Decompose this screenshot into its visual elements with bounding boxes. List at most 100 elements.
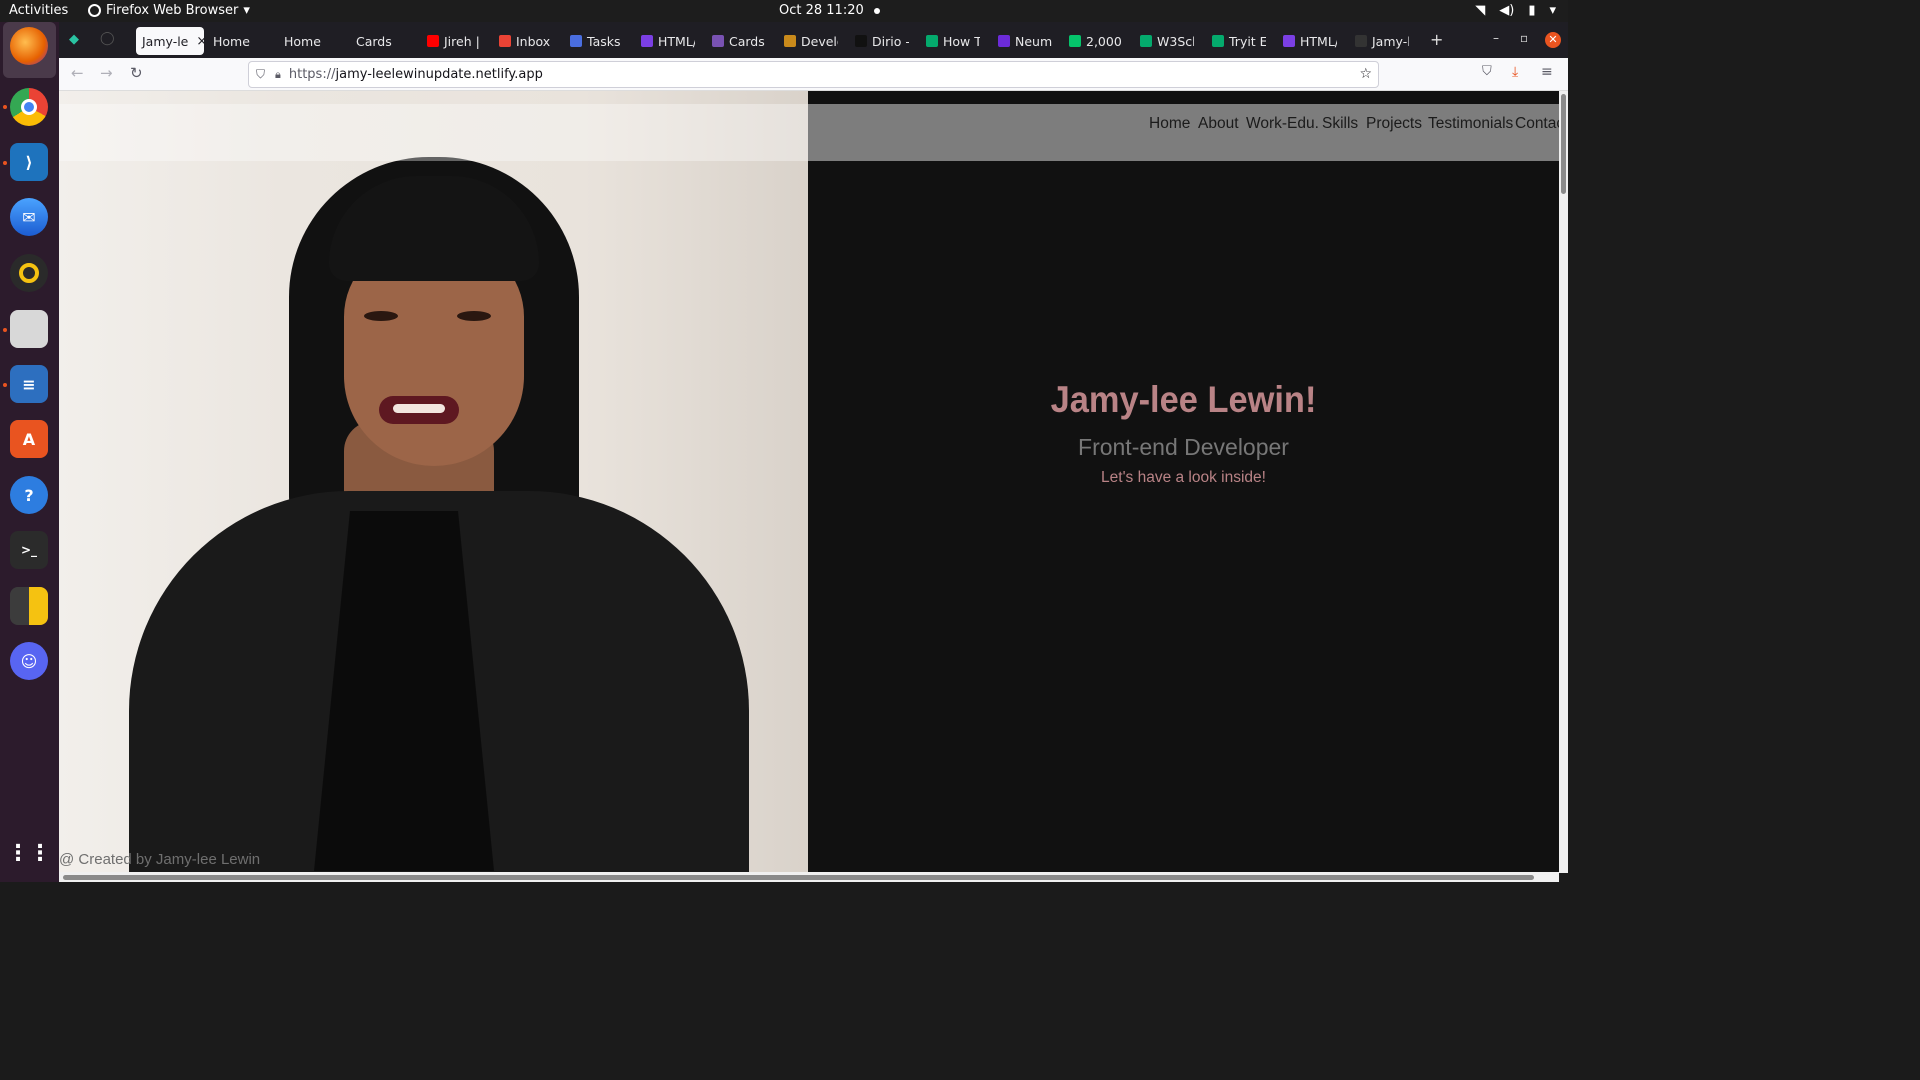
back-button[interactable]: ← xyxy=(71,64,84,82)
horizontal-scrollbar[interactable] xyxy=(59,872,1559,882)
tab-label: 2,000+ xyxy=(1086,33,1123,49)
help-icon[interactable]: ? xyxy=(10,476,48,514)
firefox-icon[interactable] xyxy=(10,27,48,65)
tab[interactable]: How To xyxy=(920,27,980,55)
tab[interactable]: Jamy-l xyxy=(1349,27,1409,55)
bookmark-star-icon[interactable]: ☆ xyxy=(1359,66,1372,82)
tab-label: Home xyxy=(213,33,250,49)
tab[interactable]: Cards xyxy=(350,27,416,55)
hero-name: Jamy-lee Lewin! xyxy=(1050,379,1317,420)
tab-label: Develo xyxy=(801,33,838,49)
new-tab-button[interactable]: + xyxy=(1430,30,1443,49)
tab-favicon-icon xyxy=(712,35,724,47)
tab-favicon-icon xyxy=(427,35,439,47)
tab-favicon-icon xyxy=(855,35,867,47)
calculator-icon[interactable] xyxy=(10,587,48,625)
tab-favicon-icon xyxy=(499,35,511,47)
dock: ⟩ ✉ ≡ A ? >_ ☺ ⋮⋮ xyxy=(0,22,59,882)
tab[interactable]: Cards xyxy=(706,27,766,55)
writer-icon[interactable]: ≡ xyxy=(10,365,48,403)
minimize-button[interactable]: – xyxy=(1493,31,1499,45)
vertical-scrollbar[interactable] xyxy=(1559,91,1568,873)
chrome-icon[interactable] xyxy=(10,88,48,126)
reload-button[interactable]: ↻ xyxy=(130,64,143,82)
tab[interactable]: Jamy-le × xyxy=(136,27,204,55)
url-bar[interactable]: ⛉ 🔒︎ https://jamy-leelewinupdate.netlify… xyxy=(248,61,1379,88)
scrollbar-thumb[interactable] xyxy=(1561,94,1566,194)
extension-icon[interactable]: ◆ xyxy=(69,32,79,47)
maximize-button[interactable]: ▫ xyxy=(1520,31,1528,45)
footer-credit: @ Created by Jamy-lee Lewin xyxy=(59,851,261,868)
tab[interactable]: Home xyxy=(207,27,273,55)
close-window-button[interactable]: ✕ xyxy=(1545,32,1561,48)
tab-favicon-icon xyxy=(1283,35,1295,47)
hero-role: Front-end Developer xyxy=(1078,434,1289,460)
header-overlay xyxy=(59,104,808,161)
tab-label: Jireh | xyxy=(444,33,480,49)
url-text[interactable]: https://jamy-leelewinupdate.netlify.app xyxy=(289,67,543,82)
wifi-icon: ◥ xyxy=(1475,3,1486,18)
tab-label: Cards xyxy=(356,33,392,49)
tab[interactable]: Develo xyxy=(778,27,838,55)
close-tab-icon[interactable]: × xyxy=(196,34,204,49)
tab[interactable]: Home xyxy=(278,27,344,55)
app-name: Firefox Web Browser xyxy=(106,3,239,18)
app-menu[interactable]: Firefox Web Browser ▾ xyxy=(88,3,250,18)
tab-favicon-icon xyxy=(926,35,938,47)
tab[interactable]: Neumo xyxy=(992,27,1052,55)
pocket-icon[interactable]: ⛉ xyxy=(1482,64,1492,79)
downloads-icon[interactable]: ⤓ xyxy=(1512,64,1518,80)
running-indicator xyxy=(3,161,7,165)
tab-label: Inbox ( xyxy=(516,33,553,49)
tab-favicon-icon xyxy=(641,35,653,47)
menu-icon[interactable]: ≡ xyxy=(1541,64,1553,80)
tab[interactable]: 2,000+ xyxy=(1063,27,1123,55)
activities-button[interactable]: Activities xyxy=(9,3,68,18)
tab-favicon-icon xyxy=(1212,35,1224,47)
tab[interactable]: W3Sch xyxy=(1134,27,1194,55)
notification-dot-icon xyxy=(873,7,880,14)
thunderbird-icon[interactable]: ✉ xyxy=(10,198,48,236)
show-apps-icon[interactable]: ⋮⋮ xyxy=(7,834,51,872)
tab-label: Dirio - xyxy=(872,33,909,49)
github-icon[interactable]: ◯ xyxy=(100,31,115,46)
clock-text: Oct 28 11:20 xyxy=(779,3,864,18)
page-viewport: Home About Work-Edu. Skills Projects Tes… xyxy=(59,91,1559,872)
running-indicator xyxy=(3,328,7,332)
tab-label: W3Sch xyxy=(1157,33,1194,49)
terminal-icon[interactable]: >_ xyxy=(10,531,48,569)
hero: Jamy-lee Lewin! Front-end Developer Let'… xyxy=(808,91,1559,872)
tab-favicon-icon xyxy=(1069,35,1081,47)
discord-icon[interactable]: ☺ xyxy=(10,642,48,680)
tab-label: Neumo xyxy=(1015,33,1052,49)
tab[interactable]: Tasks | xyxy=(564,27,624,55)
tab-label: How To xyxy=(943,33,980,49)
chevron-down-icon: ▾ xyxy=(243,3,250,18)
software-center-icon[interactable]: A xyxy=(10,420,48,458)
scrollbar-thumb[interactable] xyxy=(63,875,1534,880)
lock-icon[interactable]: 🔒︎ xyxy=(275,68,281,82)
tab-label: Jamy-l xyxy=(1372,33,1409,49)
tab[interactable]: Jireh | xyxy=(421,27,481,55)
vscode-icon[interactable]: ⟩ xyxy=(10,143,48,181)
tab[interactable]: HTML/ xyxy=(1277,27,1337,55)
clock[interactable]: Oct 28 11:20 xyxy=(779,3,880,18)
hero-tagline: Let's have a look inside! xyxy=(1101,469,1266,486)
files-icon[interactable] xyxy=(10,310,48,348)
tab-label: Cards xyxy=(729,33,765,49)
tab[interactable]: Dirio - xyxy=(849,27,909,55)
navigation-toolbar: ← → ↻ ⛉ 🔒︎ https://jamy-leelewinupdate.n… xyxy=(59,58,1568,91)
chevron-down-icon: ▾ xyxy=(1549,3,1556,18)
tab-label: Jamy-le xyxy=(142,33,189,49)
system-tray[interactable]: ◥ ◀) ▮ ▾ xyxy=(1475,3,1556,18)
tab[interactable]: HTML/ xyxy=(635,27,695,55)
tab-favicon-icon xyxy=(1355,35,1367,47)
tab[interactable]: Inbox ( xyxy=(493,27,553,55)
tab-favicon-icon xyxy=(998,35,1010,47)
tab[interactable]: Tryit E xyxy=(1206,27,1266,55)
rhythmbox-icon[interactable] xyxy=(10,254,48,292)
shield-icon[interactable]: ⛉ xyxy=(256,67,265,82)
forward-button[interactable]: → xyxy=(100,64,113,82)
volume-icon: ◀) xyxy=(1499,3,1515,18)
tab-label: Tryit E xyxy=(1229,33,1266,49)
